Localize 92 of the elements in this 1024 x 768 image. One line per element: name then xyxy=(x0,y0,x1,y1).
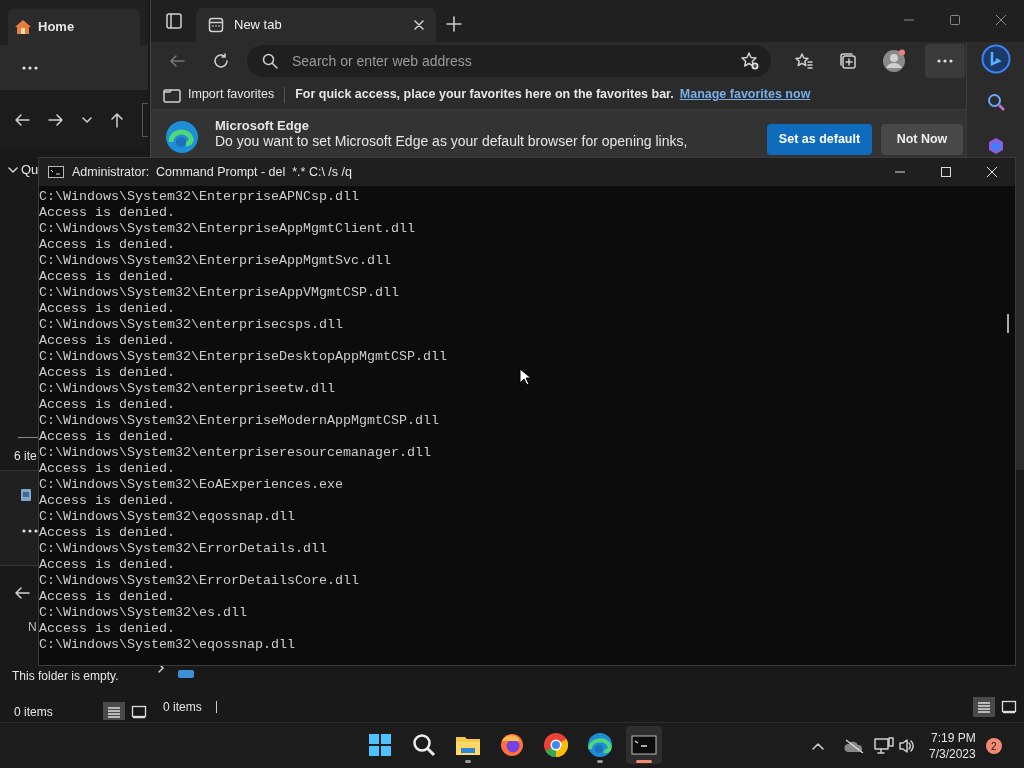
favorites-hint: For quick access, place your favorites here on the favorites bar. xyxy=(295,86,674,104)
console-line: Access is denied. xyxy=(39,333,175,349)
set-default-button[interactable]: Set as default xyxy=(767,124,872,155)
console-line: Access is denied. xyxy=(39,429,175,445)
clock-time: 7:19 PM xyxy=(931,730,976,746)
scrollbar-thumb[interactable] xyxy=(1007,314,1009,333)
more-icon[interactable] xyxy=(937,59,953,63)
search-icon xyxy=(262,53,278,69)
console-line: C:\Windows\System32\EnterpriseAppMgmtClient.dll xyxy=(39,221,415,237)
console-line: C:\Windows\System32\eqossnap.dll xyxy=(39,509,295,525)
console-line: Access is denied. xyxy=(39,397,175,413)
status-text: 6 ite xyxy=(14,448,37,465)
chrome-icon[interactable] xyxy=(543,732,569,758)
console-line: C:\Windows\System32\enterpriseresourcemanager.dll xyxy=(39,445,431,461)
add-favorite-icon[interactable] xyxy=(741,52,759,70)
cloud-offline-icon[interactable] xyxy=(844,739,864,753)
console-line: C:\Windows\System32\eqossnap.dll xyxy=(39,637,295,653)
tree-item[interactable]: Qu xyxy=(21,160,39,180)
browser-tab[interactable]: New tab xyxy=(196,8,436,42)
search-icon[interactable] xyxy=(411,732,437,758)
home-icon xyxy=(14,19,32,35)
console-line: Access is denied. xyxy=(39,365,175,381)
console-line: C:\Windows\System32\EnterpriseAPNCsp.dll xyxy=(39,189,359,205)
chevron-right-icon[interactable] xyxy=(158,663,164,673)
chevron-up-icon[interactable] xyxy=(812,742,824,750)
console-line: C:\Windows\System32\enterprisecsps.dll xyxy=(39,317,343,333)
network-icon[interactable] xyxy=(874,737,894,755)
folder-icon xyxy=(178,670,194,678)
new-tab-icon xyxy=(208,17,224,33)
close-icon[interactable] xyxy=(414,20,424,30)
search-icon[interactable] xyxy=(986,93,1005,111)
console-icon[interactable] xyxy=(631,732,657,758)
console-line: C:\Windows\System32\ErrorDetails.dll xyxy=(39,541,327,557)
details-view-button[interactable] xyxy=(102,702,125,720)
empty-message: This folder is empty. xyxy=(12,668,119,685)
console-line: Access is denied. xyxy=(39,205,175,221)
clock-date: 7/3/2023 xyxy=(929,746,976,762)
console-line: Access is denied. xyxy=(39,301,175,317)
refresh-icon[interactable] xyxy=(213,53,229,69)
firefox-icon[interactable] xyxy=(499,732,525,758)
mouse-pointer-icon xyxy=(519,368,531,386)
volume-icon[interactable] xyxy=(898,738,914,754)
console-line: C:\Windows\System32\ErrorDetailsCore.dll xyxy=(39,573,359,589)
console-icon xyxy=(48,166,64,178)
console-line: C:\Windows\System32\EnterpriseDesktopAppMgmtCSP.dll xyxy=(39,349,447,365)
profile-avatar-icon[interactable] xyxy=(882,49,906,73)
address-field[interactable]: Search or enter web address xyxy=(247,45,771,77)
manage-favorites-link[interactable]: Manage favorites now xyxy=(679,85,811,104)
edge-logo-icon xyxy=(165,120,199,154)
status-text: 0 items xyxy=(163,699,202,716)
favorites-icon[interactable] xyxy=(795,53,813,69)
console-line: Access is denied. xyxy=(39,493,175,509)
console-line: Access is denied. xyxy=(39,461,175,477)
tab-title: New tab xyxy=(234,16,283,35)
partial-label: N xyxy=(28,619,37,636)
chevron-down-icon[interactable] xyxy=(8,166,18,173)
not-now-button[interactable]: Not Now xyxy=(881,124,963,155)
collections-icon[interactable] xyxy=(839,52,857,70)
more-icon[interactable] xyxy=(22,529,38,533)
console-line: C:\Windows\System32\EnterpriseModernAppMgmtCSP.dll xyxy=(39,413,439,429)
window-title: Administrator: Command Prompt - del *.* C:\ /s /q xyxy=(72,163,352,181)
console-line: C:\Windows\System32\EnterpriseAppMgmtSvc.dll xyxy=(39,253,391,269)
clock[interactable]: 7:19 PM 7/3/2023 xyxy=(929,730,976,762)
edge-icon[interactable] xyxy=(587,732,613,758)
console-taskbar-button[interactable] xyxy=(626,726,662,764)
import-icon[interactable] xyxy=(163,86,181,103)
notification-badge[interactable]: 2 xyxy=(985,738,1002,754)
console-line: Access is denied. xyxy=(39,621,175,637)
console-line: Access is denied. xyxy=(39,237,175,253)
status-text: 0 items xyxy=(14,704,53,720)
details-view-icon[interactable] xyxy=(106,705,121,719)
forward-arrow-icon[interactable] xyxy=(48,113,64,127)
start-icon[interactable] xyxy=(367,732,393,758)
console-line: Access is denied. xyxy=(39,525,175,541)
recycle-bin-icon xyxy=(20,487,32,501)
banner-message: Do you want to set Microsoft Edge as your default browser for opening links, xyxy=(215,133,689,150)
tab-actions-icon[interactable] xyxy=(166,13,182,29)
console-line: C:\Windows\System32\es.dll xyxy=(39,605,247,621)
up-arrow-icon[interactable] xyxy=(110,112,124,128)
tab[interactable]: Home xyxy=(8,9,140,45)
console-line: C:\Windows\System32\EnterpriseAppVMgmtCSP.dll xyxy=(39,285,399,301)
console-line: Access is denied. xyxy=(39,557,175,573)
banner-title: Microsoft Edge xyxy=(215,120,310,132)
import-favorites-link[interactable]: Import favorites xyxy=(188,85,275,104)
more-icon[interactable] xyxy=(22,65,38,70)
console-line: C:\Windows\System32\EoAExperiences.exe xyxy=(39,477,343,493)
console-line: Access is denied. xyxy=(39,269,175,285)
console-line: C:\Windows\System32\enterpriseetw.dll xyxy=(39,381,335,397)
new-tab-plus-icon[interactable] xyxy=(446,16,462,32)
tab-title: Home xyxy=(38,18,75,37)
console-line: Access is denied. xyxy=(39,589,175,605)
chevron-down-icon[interactable] xyxy=(82,117,92,123)
